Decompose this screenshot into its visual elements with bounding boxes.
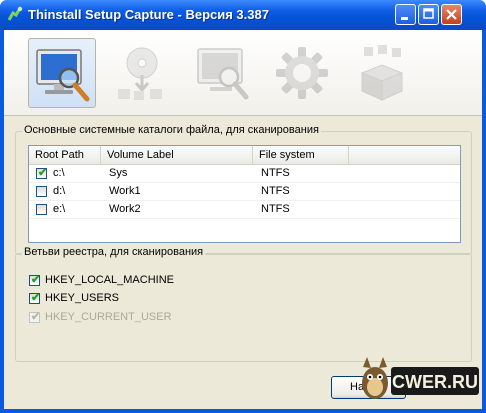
hku-label: HKEY_USERS bbox=[45, 292, 119, 304]
folders-group: Основные системные каталоги файла, для с… bbox=[15, 124, 472, 255]
row-checkbox[interactable]: ✔ bbox=[36, 167, 48, 179]
row-root-path: e:\ bbox=[53, 203, 66, 215]
registry-group-label: Ветьви реестра, для сканирования bbox=[22, 246, 206, 258]
row-file-system: NTFS bbox=[261, 185, 290, 197]
monitor-magnifier-icon bbox=[36, 49, 90, 102]
minimize-button[interactable] bbox=[395, 4, 416, 25]
minimize-icon bbox=[401, 17, 408, 20]
row-root-path: d:\ bbox=[53, 185, 66, 197]
hkcu-checkbox: ✔ bbox=[29, 311, 41, 323]
checkmark-icon: ✔ bbox=[31, 292, 41, 304]
step-install[interactable] bbox=[108, 38, 176, 108]
svg-text:CWER.RU: CWER.RU bbox=[392, 372, 478, 392]
step-configure[interactable] bbox=[268, 38, 336, 108]
checkmark-icon: ✔ bbox=[31, 274, 41, 286]
wizard-steps-bar bbox=[4, 30, 482, 116]
step-rescan[interactable] bbox=[188, 38, 256, 108]
column-root-path[interactable]: Root Path bbox=[29, 146, 101, 164]
row-volume-label: Work2 bbox=[109, 203, 141, 215]
column-volume-label[interactable]: Volume Label bbox=[101, 146, 253, 164]
title-bar[interactable]: Thinstall Setup Capture - Версия 3.387 bbox=[0, 0, 486, 30]
maximize-button[interactable] bbox=[418, 4, 439, 25]
row-root-path: c:\ bbox=[53, 167, 65, 179]
window-title: Thinstall Setup Capture - Версия 3.387 bbox=[28, 7, 269, 22]
close-button[interactable] bbox=[441, 4, 462, 25]
column-file-system[interactable]: File system bbox=[253, 146, 349, 164]
step-scan[interactable] bbox=[28, 38, 96, 108]
hkcu-label: HKEY_CURRENT_USER bbox=[45, 311, 172, 323]
package-icon bbox=[360, 45, 404, 101]
disc-install-icon bbox=[118, 47, 162, 100]
folders-group-label: Основные системные каталоги файла, для с… bbox=[22, 124, 321, 136]
table-row[interactable]: e:\ Work2 NTFS bbox=[29, 201, 460, 219]
listview-header: Root Path Volume Label File system bbox=[29, 146, 460, 165]
close-icon bbox=[446, 9, 457, 20]
mascot-icon bbox=[362, 357, 388, 399]
hklm-label: HKEY_LOCAL_MACHINE bbox=[45, 274, 174, 286]
checkmark-icon: ✔ bbox=[38, 167, 48, 179]
hklm-checkbox[interactable]: ✔ bbox=[29, 274, 41, 286]
app-window: Thinstall Setup Capture - Версия 3.387 О… bbox=[0, 0, 486, 413]
watermark-logo: CWER.RU bbox=[362, 357, 479, 399]
table-row[interactable]: ✔ c:\ Sys NTFS bbox=[29, 165, 460, 183]
client-area: Основные системные каталоги файла, для с… bbox=[4, 30, 482, 409]
folders-listview[interactable]: Root Path Volume Label File system ✔ c:\… bbox=[28, 145, 461, 243]
step-package[interactable] bbox=[348, 38, 416, 108]
app-icon bbox=[7, 6, 23, 21]
gear-icon bbox=[276, 47, 328, 99]
checkmark-icon: ✔ bbox=[31, 311, 41, 323]
row-checkbox[interactable] bbox=[36, 204, 47, 215]
row-file-system: NTFS bbox=[261, 203, 290, 215]
table-row[interactable]: d:\ Work1 NTFS bbox=[29, 183, 460, 201]
hku-checkbox[interactable]: ✔ bbox=[29, 292, 41, 304]
row-volume-label: Work1 bbox=[109, 185, 141, 197]
registry-group: Ветьви реестра, для сканирования ✔ HKEY_… bbox=[15, 246, 472, 362]
row-volume-label: Sys bbox=[109, 167, 128, 179]
row-file-system: NTFS bbox=[261, 167, 290, 179]
monitor-search-icon bbox=[197, 48, 249, 100]
row-checkbox[interactable] bbox=[36, 186, 47, 197]
maximize-icon bbox=[423, 8, 434, 19]
